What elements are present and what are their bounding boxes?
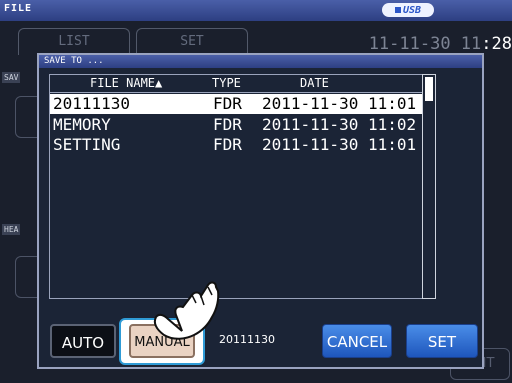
clock: 11-11-30 11:28 xyxy=(340,34,512,54)
file-name: SETTING xyxy=(53,135,121,154)
tab-set[interactable]: SET xyxy=(136,28,248,55)
file-type: FDR xyxy=(213,94,242,113)
file-date: 2011-11-30 11:01 xyxy=(262,94,417,113)
clock-seconds: :28 xyxy=(481,34,512,54)
file-name: 20111130 xyxy=(53,94,131,113)
column-file-name[interactable]: FILE NAME▲ xyxy=(90,75,162,92)
file-row[interactable]: 20111130 FDR 2011-11-30 11:01 xyxy=(50,94,422,114)
file-type: FDR xyxy=(213,115,242,134)
title-bar: FILE USB xyxy=(0,0,512,21)
file-type: FDR xyxy=(213,135,242,154)
clock-date: 11-11-30 11 xyxy=(368,34,482,54)
save-to-dialog: SAVE TO ... FILE NAME▲ TYPE DATE 2011113… xyxy=(37,53,484,369)
column-type[interactable]: TYPE xyxy=(212,75,241,92)
file-name: MEMORY xyxy=(53,115,111,134)
scrollbar[interactable] xyxy=(422,74,436,299)
usb-icon xyxy=(394,7,401,13)
set-button[interactable]: SET xyxy=(406,324,478,358)
dialog-title: SAVE TO ... xyxy=(39,55,482,68)
usb-indicator: USB xyxy=(382,3,434,17)
auto-button[interactable]: AUTO xyxy=(50,324,116,358)
file-row[interactable]: SETTING FDR 2011-11-30 11:01 xyxy=(50,135,422,155)
file-list[interactable]: FILE NAME▲ TYPE DATE 20111130 FDR 2011-1… xyxy=(49,74,423,299)
column-date[interactable]: DATE xyxy=(300,75,329,92)
list-header: FILE NAME▲ TYPE DATE xyxy=(50,75,422,93)
pointing-hand-icon xyxy=(153,281,220,340)
file-date: 2011-11-30 11:01 xyxy=(262,135,417,154)
file-row[interactable]: MEMORY FDR 2011-11-30 11:02 xyxy=(50,115,422,135)
scrollbar-thumb[interactable] xyxy=(425,77,433,101)
file-date: 2011-11-30 11:02 xyxy=(262,115,417,134)
header-section-label: HEA xyxy=(2,224,21,235)
save-section-label: SAV xyxy=(2,72,21,83)
save-filename: 20111130 xyxy=(219,333,275,346)
usb-label: USB xyxy=(402,4,422,16)
cancel-button[interactable]: CANCEL xyxy=(322,324,392,358)
tab-list[interactable]: LIST xyxy=(18,28,130,55)
screen-title: FILE xyxy=(4,3,33,14)
